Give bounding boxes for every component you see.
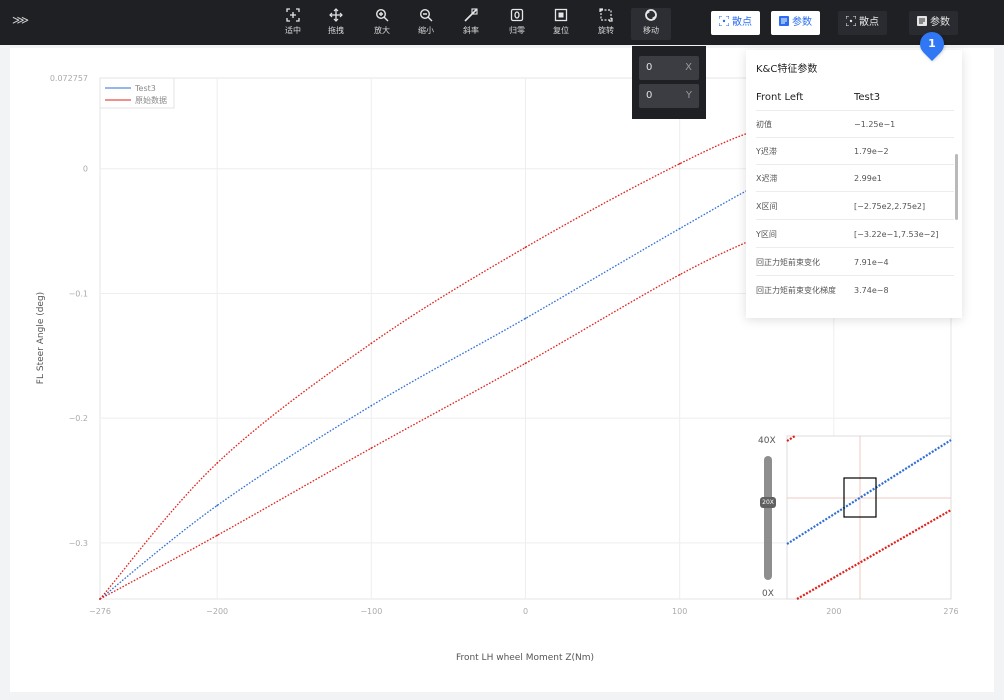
param-value: −1.25e−1 [854,120,896,129]
zoom-slider-handle[interactable]: 20X [760,497,776,508]
param-row: 回正力矩前束变化梯度 3.74e−8 [756,277,954,304]
move-x-axis-label: X [685,62,692,73]
param-panel-scrollbar[interactable] [955,154,958,220]
move-y-value: 0 [646,90,653,101]
x-tick-label: −200 [206,607,228,616]
y-axis-label: FL Steer Angle (deg) [36,292,46,384]
param-value: 7.91e−4 [854,258,889,267]
series-point-1 [524,246,527,249]
x-tick-label: 276 [943,607,958,616]
series-point-0 [216,504,219,507]
series-point-2 [370,447,373,449]
y-tick-label: −0.3 [69,539,88,548]
param-panel-title: K&C特征参数 [756,64,818,75]
series-point-2 [524,362,527,365]
x-tick-label: 100 [672,607,687,616]
param-key: X迟滞 [756,174,778,183]
zoom-slider[interactable] [764,456,772,580]
y-tick-label: 0 [83,165,88,174]
series-point-0 [678,227,681,230]
series-point-1 [370,342,373,345]
y-tick-label: 0.072757 [50,74,88,83]
zoom-min-label: 0X [762,589,774,599]
x-tick-label: −100 [360,607,382,616]
param-key: 回正力矩前束变化 [756,258,820,267]
param-row: X迟滞 2.99e1 [756,165,954,192]
param-value: 1.79e−2 [854,147,889,156]
param-value: 3.74e−8 [854,286,889,295]
series-point-0 [370,404,373,407]
zoom-max-label: 40X [758,436,776,446]
param-key: 初值 [756,120,772,129]
param-header-key: Front Left [756,92,804,103]
param-row: 回正力矩前束变化 7.91e−4 [756,249,954,276]
param-panel: K&C特征参数 Front Left Test3 初值 −1.25e−1 Y迟滞… [746,50,962,318]
param-row: Y迟滞 1.79e−2 [756,138,954,165]
param-header-row: Front Left Test3 [756,84,954,111]
series-point-2 [99,598,101,600]
series-point-2 [678,273,681,276]
move-x-value: 0 [646,62,653,73]
move-y-axis-label: Y [685,90,692,101]
step-badge-number: 1 [928,37,936,50]
move-x-input[interactable]: 0 X [639,56,699,80]
minimap[interactable] [786,435,952,600]
param-key: Y迟滞 [756,147,777,156]
param-row: X区间 [−2.75e2,2.75e2] [756,193,954,220]
legend-label-test3: Test3 [134,84,156,93]
x-tick-label: 200 [826,607,841,616]
x-axis-label: Front LH wheel Moment Z(Nm) [456,653,594,663]
param-row: Y区间 [−3.22e−1,7.53e−2] [756,221,954,248]
series-point-1 [216,462,219,464]
param-value: [−3.22e−1,7.53e−2] [854,230,939,239]
param-header-value: Test3 [854,92,881,103]
param-row: 初值 −1.25e−1 [756,111,954,138]
param-value: 2.99e1 [854,174,882,183]
x-tick-label: 0 [523,607,528,616]
y-tick-label: −0.1 [69,289,88,298]
series-point-0 [524,317,527,320]
param-key: 回正力矩前束变化梯度 [756,286,836,295]
series-point-1 [678,162,681,165]
x-tick-label: −276 [89,607,111,616]
move-panel: 0 X 0 Y [632,46,706,119]
y-tick-label: −0.2 [69,414,88,423]
move-y-input[interactable]: 0 Y [639,84,699,108]
legend-label-raw: 原始数据 [135,95,167,105]
param-value: [−2.75e2,2.75e2] [854,202,926,211]
param-key: X区间 [756,202,778,211]
param-key: Y区间 [756,230,777,239]
series-point-2 [216,534,219,537]
legend: Test3 原始数据 [99,77,175,109]
